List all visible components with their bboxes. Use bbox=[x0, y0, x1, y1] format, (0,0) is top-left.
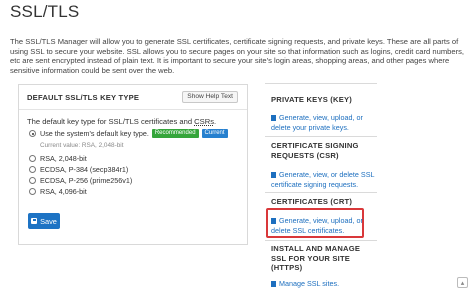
manage-ssl-sites-link[interactable]: Manage SSL sites. bbox=[271, 279, 377, 289]
default-text-suffix: . bbox=[214, 117, 217, 126]
csr-link-text: Generate, view, or delete SSL certificat… bbox=[271, 170, 375, 189]
default-key-type-text: The default key type for SSL/TLS certifi… bbox=[27, 117, 216, 126]
divider bbox=[265, 192, 377, 193]
private-keys-link-text: Generate, view, upload, or delete your p… bbox=[271, 113, 363, 132]
document-icon bbox=[271, 115, 276, 121]
certificates-link[interactable]: Generate, view, upload, or delete SSL ce… bbox=[271, 216, 363, 235]
option-label: Use the system's default key type. bbox=[40, 129, 149, 138]
radio-icon[interactable] bbox=[29, 188, 36, 195]
option-label: RSA, 4,096-bit bbox=[40, 187, 87, 196]
page-title: SSL/TLS bbox=[10, 2, 80, 21]
csr-abbreviation: CSRs bbox=[194, 117, 214, 126]
option-ecdsa-p384[interactable]: ECDSA, P-384 (secp384r1) bbox=[29, 165, 128, 174]
divider bbox=[265, 240, 377, 241]
radio-icon[interactable] bbox=[29, 155, 36, 162]
document-icon bbox=[271, 172, 276, 178]
current-badge: Current bbox=[201, 129, 228, 138]
private-keys-title: PRIVATE KEYS (KEY) bbox=[271, 95, 352, 104]
panel-title: DEFAULT SSL/TLS KEY TYPE bbox=[27, 93, 140, 102]
show-help-text-button[interactable]: Show Help Text bbox=[182, 91, 238, 103]
option-label: ECDSA, P-256 (prime256v1) bbox=[40, 176, 133, 185]
intro-text: The SSL/TLS Manager will allow you to ge… bbox=[10, 37, 465, 76]
option-system-default[interactable]: Use the system's default key type. Recom… bbox=[29, 129, 228, 138]
radio-selected-icon[interactable] bbox=[29, 130, 36, 137]
recommended-badge: Recommended bbox=[151, 129, 199, 138]
radio-icon[interactable] bbox=[29, 166, 36, 173]
option-label: RSA, 2,048-bit bbox=[40, 154, 87, 163]
document-icon bbox=[271, 218, 276, 224]
default-key-type-panel: DEFAULT SSL/TLS KEY TYPE Show Help Text … bbox=[18, 84, 248, 245]
option-label: ECDSA, P-384 (secp384r1) bbox=[40, 165, 129, 174]
certificates-title: CERTIFICATES (CRT) bbox=[271, 197, 353, 206]
divider bbox=[265, 136, 377, 137]
divider bbox=[265, 83, 377, 84]
option-ecdsa-p256[interactable]: ECDSA, P-256 (prime256v1) bbox=[29, 176, 132, 185]
default-text-prefix: The default key type for SSL/TLS certifi… bbox=[27, 117, 195, 126]
option-rsa-2048[interactable]: RSA, 2,048-bit bbox=[29, 154, 87, 163]
certificates-link-text: Generate, view, upload, or delete SSL ce… bbox=[271, 216, 363, 235]
save-button[interactable]: Save bbox=[28, 213, 60, 229]
private-keys-link[interactable]: Generate, view, upload, or delete your p… bbox=[271, 113, 377, 132]
radio-icon[interactable] bbox=[29, 177, 36, 184]
install-manage-title: INSTALL AND MANAGE SSL FOR YOUR SITE (HT… bbox=[271, 244, 361, 273]
panel-header: DEFAULT SSL/TLS KEY TYPE Show Help Text bbox=[19, 85, 247, 110]
save-button-label: Save bbox=[40, 216, 57, 226]
option-rsa-4096[interactable]: RSA, 4,096-bit bbox=[29, 187, 87, 196]
csr-title: CERTIFICATE SIGNING REQUESTS (CSR) bbox=[271, 141, 359, 160]
current-value-text: Current value: RSA, 2,048-bit bbox=[40, 142, 124, 149]
document-icon bbox=[271, 281, 276, 287]
app-logo-icon: ▴ bbox=[457, 277, 468, 288]
save-icon bbox=[31, 218, 38, 224]
csr-link[interactable]: Generate, view, or delete SSL certificat… bbox=[271, 170, 377, 189]
manage-ssl-sites-link-text: Manage SSL sites. bbox=[279, 279, 340, 288]
